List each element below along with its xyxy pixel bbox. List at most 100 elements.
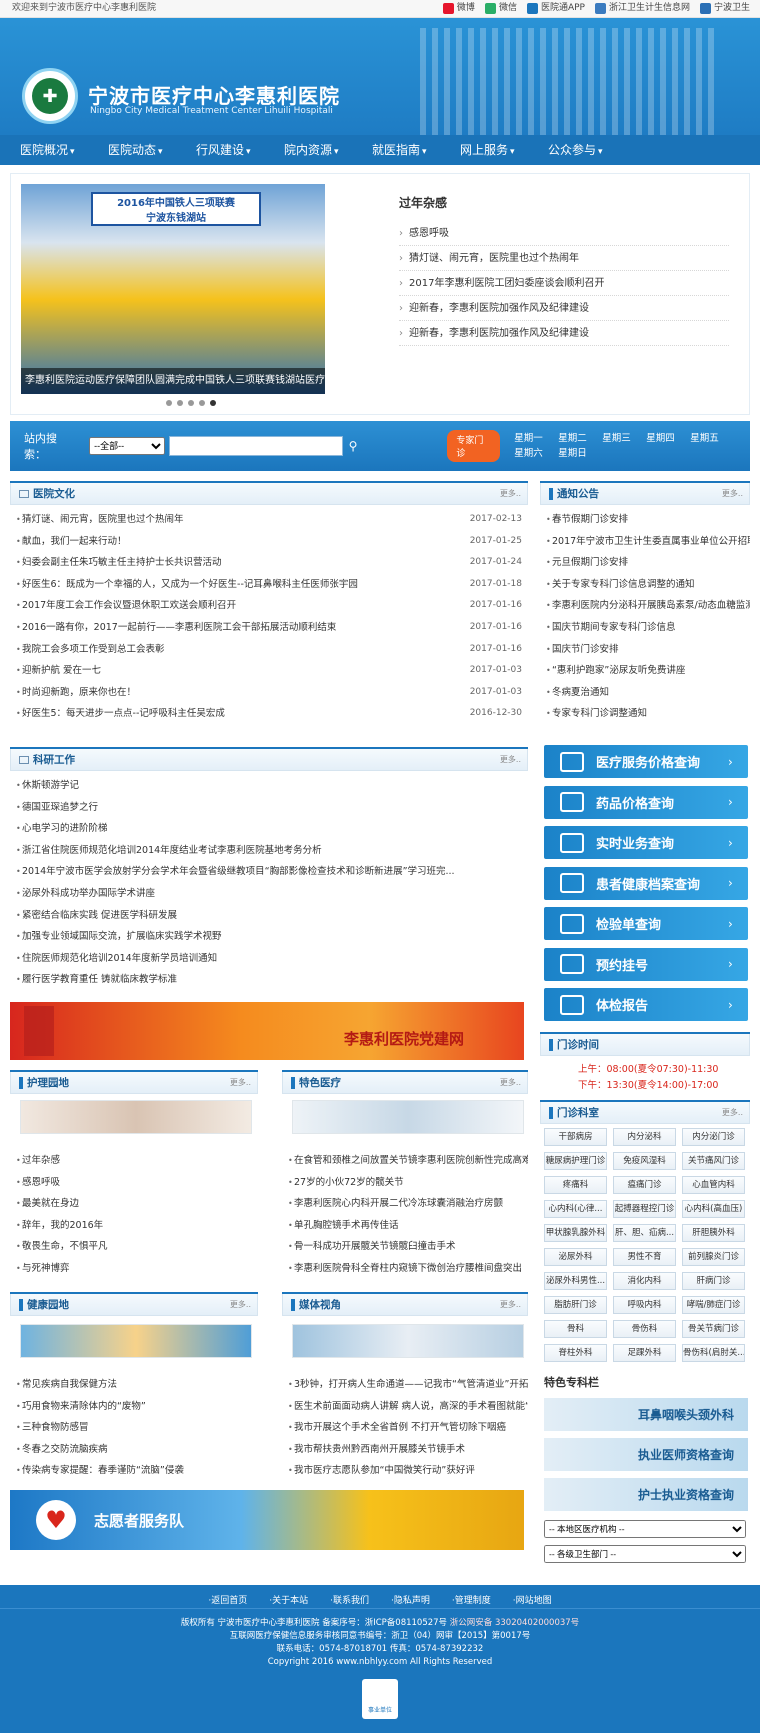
notice-item[interactable]: 专家专科门诊调整通知 xyxy=(546,703,750,725)
slide-dots[interactable] xyxy=(166,400,216,406)
footer-link[interactable]: ·联系我们 xyxy=(330,1593,369,1608)
research-item[interactable]: 泌尿外科成功举办国际学术讲座 xyxy=(16,883,528,905)
service-button[interactable]: 体检报告 › xyxy=(544,988,748,1021)
service-button[interactable]: 医疗服务价格查询 › xyxy=(544,745,748,778)
notice-item[interactable]: 国庆节期间专家专科门诊信息 xyxy=(546,617,750,639)
clinic-button[interactable]: 男性不育 xyxy=(613,1248,676,1266)
health-item[interactable]: 常见疾病自我保健方法 xyxy=(16,1374,258,1396)
culture-more-link[interactable]: 更多.. xyxy=(500,488,521,499)
nav-item[interactable]: 就医指南 ▾ xyxy=(372,135,460,165)
culture-item[interactable]: 妇委会副主任朱巧敏主任主持护士长共识营活动 2017-01-24 xyxy=(16,552,528,574)
weekday-link[interactable]: 星期六 xyxy=(514,446,558,461)
search-icon[interactable]: ⚲ xyxy=(349,439,358,453)
quick-link[interactable]: 微信 xyxy=(484,0,517,17)
nursing-more-link[interactable]: 更多.. xyxy=(230,1077,251,1088)
clinic-button[interactable]: 骨伤科 xyxy=(613,1320,676,1338)
clinic-button[interactable]: 骨关节病门诊 xyxy=(682,1320,745,1338)
research-item[interactable]: 加强专业领域国际交流，扩展临床实践学术视野 xyxy=(16,926,528,948)
quick-link[interactable]: 浙江卫生计生信息网 xyxy=(594,0,690,17)
health-item[interactable]: 三种食物防感冒 xyxy=(16,1417,258,1439)
service-button[interactable]: 检验单查询 › xyxy=(544,907,748,940)
health-dept-select[interactable]: -- 各级卫生部门 -- xyxy=(544,1545,746,1563)
research-item[interactable]: 紧密结合临床实践 促进医学科研发展 xyxy=(16,905,528,927)
slide-dot[interactable] xyxy=(166,400,172,406)
clinic-button[interactable]: 糖尿病护理门诊 xyxy=(544,1152,607,1170)
clinic-button[interactable]: 消化内科 xyxy=(613,1272,676,1290)
service-button[interactable]: 患者健康档案查询 › xyxy=(544,866,748,900)
slide-caption[interactable]: 李惠利医院运动医疗保障团队圆满完成中国铁人三项联赛钱湖站医疗保... xyxy=(21,368,325,394)
quick-link[interactable]: 微博 xyxy=(442,0,475,17)
health-image[interactable] xyxy=(20,1324,252,1358)
clinic-button[interactable]: 甲状腺乳腺外科 xyxy=(544,1224,607,1242)
footer-link[interactable]: ·返回首页 xyxy=(208,1593,247,1608)
nursing-item[interactable]: 辞年，我的2016年 xyxy=(16,1215,258,1237)
footer-link[interactable]: ·管理制度 xyxy=(452,1593,491,1608)
special-image[interactable] xyxy=(292,1100,524,1134)
clinic-button[interactable]: 瘟痛门诊 xyxy=(613,1176,676,1194)
clinic-button[interactable]: 前列腺炎门诊 xyxy=(682,1248,745,1266)
media-item[interactable]: 我市开展这个手术全省首例 不打开气管切除下咽癌 xyxy=(288,1417,528,1439)
nursing-item[interactable]: 感恩呼吸 xyxy=(16,1172,258,1194)
clinic-button[interactable]: 肝、胆、疝病... xyxy=(613,1224,676,1242)
weekday-link[interactable]: 星期三 xyxy=(602,431,646,446)
nav-item[interactable]: 医院动态 ▾ xyxy=(108,135,196,165)
clinic-button[interactable]: 内分泌科 xyxy=(613,1128,676,1146)
research-item[interactable]: 德国亚琛追梦之行 xyxy=(16,797,528,819)
clinic-button[interactable]: 心血管内科 xyxy=(682,1176,745,1194)
nursing-item[interactable]: 最美就在身边 xyxy=(16,1193,258,1215)
clinic-button[interactable]: 疼痛科 xyxy=(544,1176,607,1194)
culture-item[interactable]: 2017年度工会工作会议暨退休职工欢送会顺利召开 2017-01-16 xyxy=(16,595,528,617)
notice-item[interactable]: 关于专家专科门诊信息调整的通知 xyxy=(546,574,750,596)
headline-item[interactable]: 感恩呼吸 xyxy=(399,221,729,246)
clinic-button[interactable]: 足踝外科 xyxy=(613,1344,676,1362)
weekday-link[interactable]: 星期二 xyxy=(558,431,602,446)
nav-item[interactable]: 医院概况 ▾ xyxy=(20,135,108,165)
footer-link[interactable]: ·关于本站 xyxy=(269,1593,308,1608)
culture-item[interactable]: 时尚迎新跑，原来你也在！ 2017-01-03 xyxy=(16,682,528,704)
research-item[interactable]: 2014年宁波市医学会放射学分会学术年会暨省级继教项目“胸部影像检查技术和诊断新… xyxy=(16,861,528,883)
media-item[interactable]: 我市医疗志愿队参加“中国微笑行动”获好评 xyxy=(288,1460,528,1482)
media-item[interactable]: 3秒钟，打开病人生命通道——记我市“气管清道业”开拓... xyxy=(288,1374,528,1396)
headline-item[interactable]: 迎新春，李惠利医院加强作风及纪律建设 xyxy=(399,296,729,321)
weekday-link[interactable]: 星期五 xyxy=(690,431,734,446)
slide-dot[interactable] xyxy=(188,400,194,406)
clinic-button[interactable]: 呼吸内科 xyxy=(613,1296,676,1314)
clinic-button[interactable]: 肝胆胰外科 xyxy=(682,1224,745,1242)
service-button[interactable]: 预约挂号 › xyxy=(544,947,748,981)
clinic-button[interactable]: 关节痛风门诊 xyxy=(682,1152,745,1170)
health-item[interactable]: 巧用食物来清除体内的“废物” xyxy=(16,1396,258,1418)
party-banner[interactable]: 李惠利医院党建网 xyxy=(10,1002,524,1060)
specialty-banner[interactable]: 执业医师资格查询 xyxy=(544,1438,748,1471)
footer-link[interactable]: ·网站地图 xyxy=(513,1593,552,1608)
weekday-link[interactable]: 星期日 xyxy=(558,446,602,461)
slide-dot[interactable] xyxy=(177,400,183,406)
local-institution-select[interactable]: -- 本地区医疗机构 -- xyxy=(544,1520,746,1538)
notice-item[interactable]: 春节假期门诊安排 xyxy=(546,509,750,531)
culture-item[interactable]: 迎新护航 爱在一七 2017-01-03 xyxy=(16,660,528,682)
nursing-item[interactable]: 与死神博弈 xyxy=(16,1258,258,1280)
notice-more-link[interactable]: 更多.. xyxy=(722,488,743,499)
health-more-link[interactable]: 更多.. xyxy=(230,1299,251,1310)
media-image[interactable] xyxy=(292,1324,524,1358)
slide-dot-active[interactable] xyxy=(210,400,216,406)
culture-item[interactable]: 献血，我们一起来行动！ 2017-01-25 xyxy=(16,531,528,553)
research-more-link[interactable]: 更多.. xyxy=(500,754,521,765)
clinic-button[interactable]: 心内科(高血压) xyxy=(682,1200,745,1218)
clinic-button[interactable]: 泌尿外科 xyxy=(544,1248,607,1266)
notice-item[interactable]: 李惠利医院内分泌科开展胰岛素泵/动态血糖监测... xyxy=(546,595,750,617)
culture-item[interactable]: 好医生5：每天进步一点点--记呼吸科主任吴宏成 2016-12-30 xyxy=(16,703,528,725)
clinic-button[interactable]: 干部病房 xyxy=(544,1128,607,1146)
gov-badge[interactable]: 事业单位 xyxy=(362,1679,398,1719)
research-item[interactable]: 住院医师规范化培训2014年度新学员培训通知 xyxy=(16,948,528,970)
clinic-button[interactable]: 心内科(心律... xyxy=(544,1200,607,1218)
nav-item[interactable]: 网上服务 ▾ xyxy=(460,135,548,165)
clinic-button[interactable]: 起搏器程控门诊 xyxy=(613,1200,676,1218)
special-item[interactable]: 27岁的小伙72岁的髋关节 xyxy=(288,1172,528,1194)
footer-police[interactable]: 浙公网安备 33020402000037号 xyxy=(450,1618,579,1628)
special-item[interactable]: 单孔胸腔镜手术再传佳话 xyxy=(288,1215,528,1237)
notice-item[interactable]: 冬病夏治通知 xyxy=(546,682,750,704)
special-item[interactable]: 李惠利医院心内科开展二代冷冻球囊消融治疗房颤 xyxy=(288,1193,528,1215)
nav-item[interactable]: 行风建设 ▾ xyxy=(196,135,284,165)
culture-item[interactable]: 2016一路有你，2017一起前行——李惠利医院工会干部拓展活动顺利结束 2017… xyxy=(16,617,528,639)
notice-item[interactable]: “惠利护跑家”泌尿友听免费讲座 xyxy=(546,660,750,682)
